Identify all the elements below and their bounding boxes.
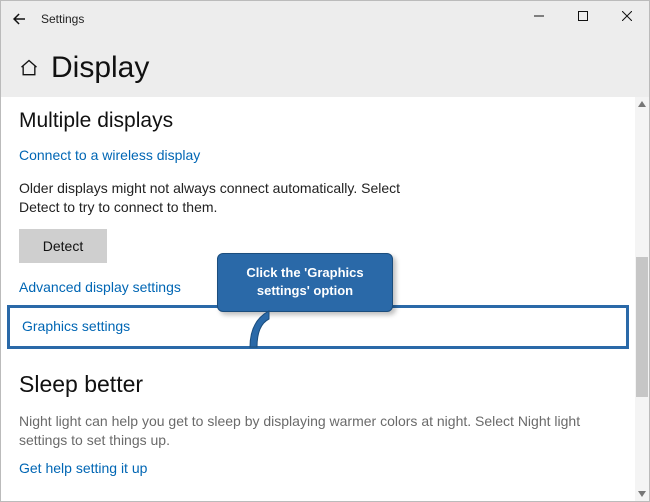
close-icon [622,11,632,21]
minimize-icon [534,11,544,21]
window-header: Settings Display [1,1,649,97]
close-button[interactable] [605,1,649,31]
minimize-button[interactable] [517,1,561,31]
page-heading: Display [19,51,149,85]
titlebar: Settings [1,1,649,37]
back-arrow-icon [10,10,28,28]
maximize-button[interactable] [561,1,605,31]
get-help-link[interactable]: Get help setting it up [19,460,147,476]
page-title: Display [51,51,149,85]
instruction-callout-text: Click the 'Graphics settings' option [246,265,363,298]
scroll-up-button[interactable] [635,97,649,111]
connect-wireless-display-link[interactable]: Connect to a wireless display [19,147,200,163]
app-title: Settings [41,12,84,26]
section-multiple-displays-title: Multiple displays [19,109,635,133]
settings-window: Settings Display Multiple displays [0,0,650,502]
scroll-down-button[interactable] [635,487,649,501]
back-button[interactable] [1,1,37,37]
sleep-better-text: Night light can help you get to sleep by… [19,412,629,450]
advanced-display-settings-link[interactable]: Advanced display settings [19,279,181,295]
home-icon[interactable] [19,58,39,78]
vertical-scrollbar[interactable] [635,97,649,501]
graphics-settings-link[interactable]: Graphics settings [22,318,130,334]
scroll-thumb[interactable] [636,257,648,397]
chevron-up-icon [638,101,646,107]
chevron-down-icon [638,491,646,497]
detect-button[interactable]: Detect [19,229,107,263]
maximize-icon [578,11,588,21]
older-displays-text: Older displays might not always connect … [19,179,439,217]
instruction-callout: Click the 'Graphics settings' option [217,253,393,312]
sleep-better-title: Sleep better [19,371,635,398]
section-sleep-better: Sleep better Night light can help you ge… [19,371,635,478]
window-controls [517,1,649,31]
